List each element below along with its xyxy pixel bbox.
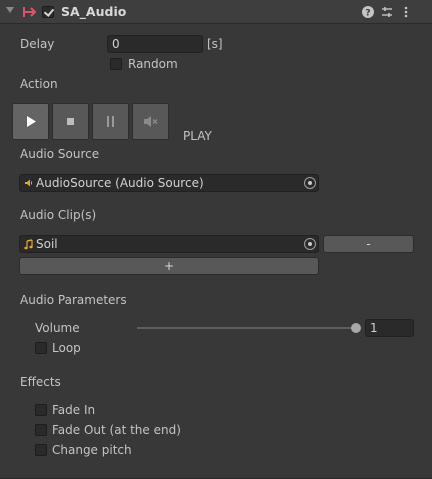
add-clip-button[interactable]: + — [19, 257, 319, 275]
action-label: Action — [20, 77, 58, 91]
delay-input[interactable]: 0 — [107, 35, 203, 53]
remove-clip-button[interactable]: - — [323, 235, 414, 253]
audio-source-field[interactable]: AudioSource (Audio Source) — [19, 174, 319, 192]
play-icon — [27, 116, 36, 127]
volume-slider-track[interactable] — [137, 327, 356, 329]
effects-label: Effects — [20, 375, 61, 389]
stop-icon — [67, 118, 74, 125]
mute-button[interactable] — [132, 103, 169, 140]
volume-label: Volume — [35, 321, 80, 335]
fade-out-checkbox[interactable] — [35, 424, 47, 436]
audio-parameters-label: Audio Parameters — [20, 293, 127, 307]
object-picker-icon[interactable] — [304, 177, 316, 189]
svg-text:?: ? — [365, 9, 370, 19]
object-picker-icon[interactable] — [304, 238, 316, 250]
audio-clip-value: Soil — [36, 237, 58, 251]
audio-source-value: AudioSource (Audio Source) — [36, 176, 204, 190]
help-icon[interactable]: ? — [361, 5, 375, 19]
delay-label: Delay — [20, 37, 55, 51]
audio-clip-icon — [24, 239, 33, 250]
script-icon — [23, 7, 37, 17]
change-pitch-label: Change pitch — [52, 443, 132, 457]
random-label: Random — [128, 57, 178, 71]
audio-source-label: Audio Source — [20, 147, 100, 161]
component-enabled-checkbox[interactable] — [42, 6, 54, 18]
foldout-arrow-icon[interactable] — [6, 7, 14, 13]
action-status: PLAY — [183, 129, 212, 143]
mute-icon — [144, 116, 158, 127]
random-checkbox[interactable] — [110, 58, 122, 70]
audio-source-icon — [25, 179, 32, 187]
fade-in-checkbox[interactable] — [35, 404, 47, 416]
change-pitch-checkbox[interactable] — [35, 444, 47, 456]
component-title: SA_Audio — [61, 4, 127, 19]
audio-clips-label: Audio Clip(s) — [20, 208, 97, 222]
context-menu-icon[interactable] — [399, 5, 413, 19]
fade-in-label: Fade In — [52, 403, 96, 417]
loop-label: Loop — [52, 341, 81, 355]
stop-button[interactable] — [52, 103, 89, 140]
volume-slider-handle[interactable] — [351, 323, 361, 333]
pause-icon — [107, 116, 114, 127]
volume-input[interactable]: 1 — [365, 319, 414, 337]
delay-unit: [s] — [207, 37, 223, 51]
fade-out-label: Fade Out (at the end) — [52, 423, 181, 437]
play-button[interactable] — [12, 103, 49, 140]
loop-checkbox[interactable] — [35, 342, 47, 354]
pause-button[interactable] — [92, 103, 129, 140]
audio-clip-field[interactable]: Soil — [19, 235, 319, 253]
preset-icon[interactable] — [380, 5, 394, 19]
